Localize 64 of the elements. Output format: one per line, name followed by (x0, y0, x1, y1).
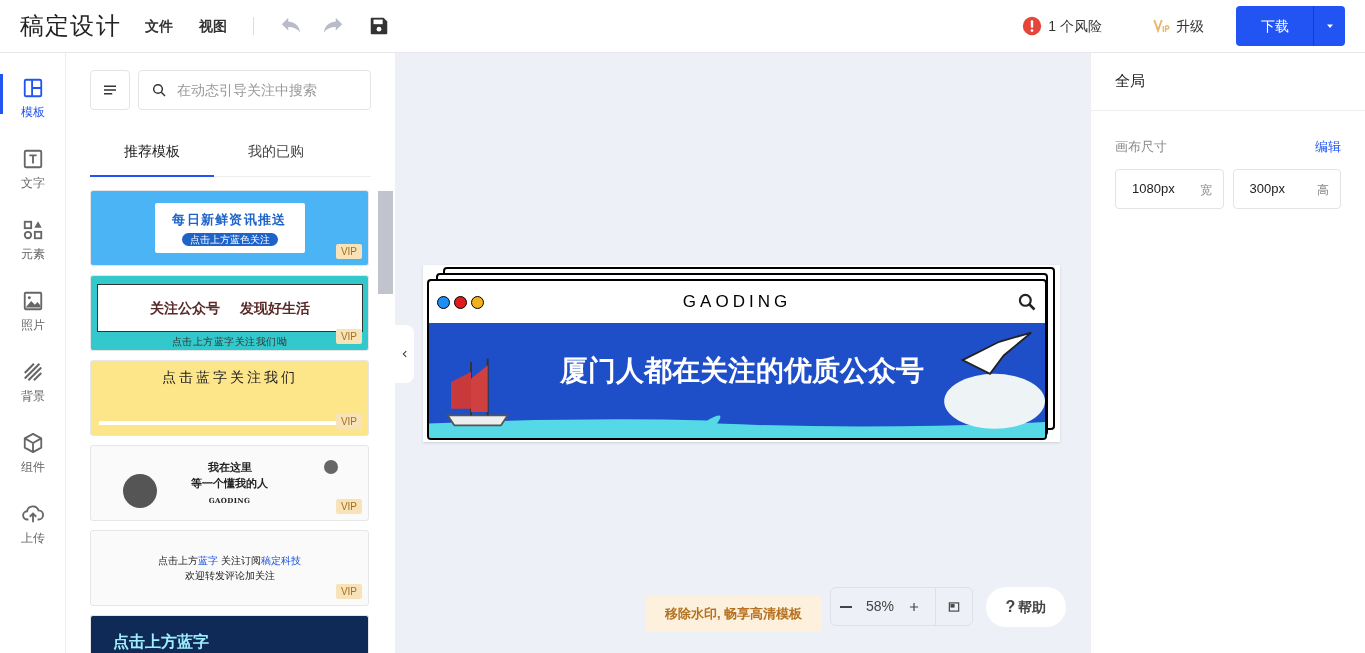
vip-badge: VIP (335, 244, 362, 259)
risk-button[interactable]: 1 个风险 (1022, 15, 1102, 37)
template-headline: 发现好生活 (239, 298, 310, 318)
template-card[interactable]: 点击蓝字关注我们 VIP (90, 360, 369, 436)
app-logo: 稿定设计 (20, 11, 121, 41)
design-headline: 厦门人都在关注的优质公众号 (560, 353, 924, 388)
sidebar-tab[interactable]: 背景 (0, 356, 66, 410)
search-icon (1017, 292, 1037, 312)
sidebar-tab[interactable]: 组件 (0, 427, 66, 481)
panel-title: 全局 (1115, 71, 1145, 92)
zoom-level: 58% (865, 597, 895, 616)
stripes-icon (21, 361, 44, 383)
panel-tab[interactable]: 推荐模板 (90, 128, 214, 177)
layout-icon (21, 77, 44, 99)
edit-link[interactable]: 编辑 (1315, 137, 1341, 157)
panel-tab[interactable]: 我的已购 (214, 128, 338, 177)
planet-drawing (324, 460, 338, 474)
text-icon (21, 148, 44, 170)
upgrade-button[interactable]: 升级 (1152, 15, 1204, 37)
vip-badge: VIP (335, 584, 362, 599)
search-icon (151, 82, 167, 98)
sidebar-tab[interactable]: 照片 (0, 285, 66, 339)
template-card[interactable]: 点击上方蓝字 关注订阅稿定科技 欢迎转发评论加关注 VIP (90, 530, 369, 606)
sidebar-tab[interactable]: 模板 (0, 72, 66, 126)
sidebar-tab[interactable]: 上传 (0, 498, 66, 552)
vip-badge: VIP (335, 329, 362, 344)
shapes-icon (21, 219, 44, 241)
planet-drawing (123, 474, 157, 508)
sidebar-tab[interactable]: 文字 (0, 143, 66, 197)
template-card[interactable]: 点击上方蓝字 (90, 615, 369, 653)
template-headline: 每日新鲜资讯推送 (172, 211, 287, 230)
template-headline: 我在这里 (207, 459, 252, 476)
template-headline: 关注公众号 (149, 298, 220, 318)
template-subline: 欢迎转发评论加关注 (184, 569, 275, 583)
template-headline: 点击上方蓝字 关注订阅稿定科技 (158, 554, 301, 568)
download-menu-button[interactable] (1313, 6, 1345, 46)
download-button[interactable]: 下载 (1236, 6, 1313, 46)
template-headline: 等一个懂我的人 (191, 476, 268, 493)
cloud-upload-icon (21, 503, 44, 525)
search-field[interactable]: 在动态引导关注中搜索 (138, 70, 371, 110)
vip-icon (1152, 17, 1170, 35)
vip-badge: VIP (335, 414, 362, 429)
menu-button[interactable] (90, 70, 130, 110)
unit-label: 高 (1317, 181, 1329, 199)
unit-label: 宽 (1199, 181, 1212, 199)
template-card[interactable]: 每日新鲜资讯推送 点击上方蓝色关注 VIP (90, 190, 369, 266)
menu-item[interactable]: 文件 (144, 15, 173, 37)
menu-item[interactable]: 视图 (198, 15, 227, 37)
minimap-icon (947, 599, 961, 614)
design-brand-text: GAODING (682, 291, 792, 314)
template-headline: 点击蓝字关注我们 (161, 368, 298, 387)
template-subline: 点击上方蓝色关注 (181, 232, 278, 246)
vip-badge: VIP (335, 499, 362, 514)
scrollbar-thumb[interactable] (378, 191, 393, 294)
sidebar-tab[interactable]: 元素 (0, 214, 66, 268)
warning-icon (1022, 16, 1043, 36)
field-label: 画布尺寸 (1115, 138, 1167, 156)
cube-icon (21, 432, 44, 454)
help-button[interactable]: ? 帮助 (986, 587, 1066, 627)
image-icon (21, 290, 44, 312)
template-subline: 点击上方蓝字关注我们呦 (171, 335, 288, 349)
minus-icon (840, 605, 852, 608)
template-headline: 点击上方蓝字 (113, 632, 209, 652)
template-card[interactable]: 关注公众号 发现好生活 点击上方蓝字关注我们呦 VIP (90, 275, 369, 351)
